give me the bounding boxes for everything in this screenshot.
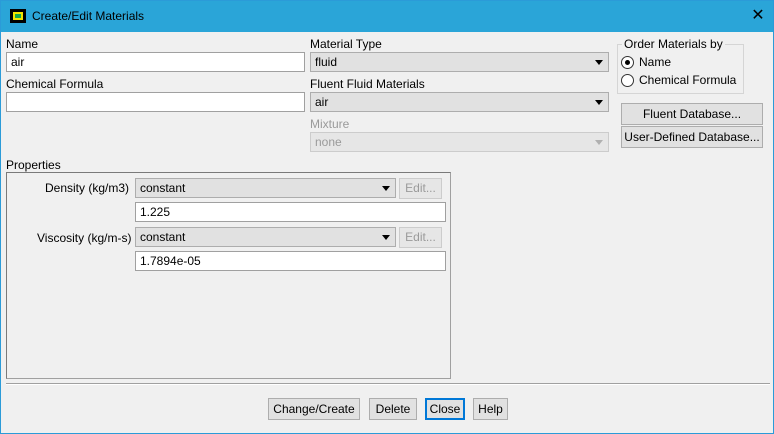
mixture-select: none [310,132,609,152]
user-defined-database-button[interactable]: User-Defined Database... [621,126,763,148]
help-button[interactable]: Help [473,398,508,420]
chevron-down-icon [382,235,390,240]
chemical-formula-label: Chemical Formula [6,77,104,91]
properties-label: Properties [6,158,61,172]
close-icon[interactable]: ✕ [745,5,771,27]
change-create-button[interactable]: Change/Create [268,398,360,420]
title-bar: Create/Edit Materials ✕ [1,1,773,32]
name-label: Name [6,37,39,51]
fluent-fluid-materials-label: Fluent Fluid Materials [310,77,425,91]
viscosity-method-select[interactable]: constant [135,227,396,247]
mixture-value: none [315,135,342,149]
chevron-down-icon [595,140,603,145]
name-input[interactable]: air [6,52,305,72]
order-by-chemical-formula-label: Chemical Formula [639,73,737,87]
fluent-fluid-materials-value: air [315,95,329,109]
mixture-label: Mixture [310,117,350,131]
close-button[interactable]: Close [425,398,465,420]
footer-separator [6,383,770,385]
material-type-value: fluid [315,55,338,69]
material-type-label: Material Type [310,37,382,51]
viscosity-method-value: constant [140,230,186,244]
fluent-fluid-materials-select[interactable]: air [310,92,609,112]
radio-unselected-icon [621,74,634,87]
radio-selected-icon [621,56,634,69]
viscosity-edit-button: Edit... [399,227,442,248]
order-by-name-label: Name [639,55,672,69]
density-label: Density (kg/m3) [45,181,130,195]
fluent-app-icon [10,9,26,23]
chemical-formula-input[interactable] [6,92,305,112]
density-method-value: constant [140,181,186,195]
density-value-input[interactable]: 1.225 [135,202,446,222]
window-title: Create/Edit Materials [32,9,145,23]
order-by-name-radio[interactable]: Name [621,55,741,71]
order-by-chemical-formula-radio[interactable]: Chemical Formula [621,73,741,89]
fluent-database-button[interactable]: Fluent Database... [621,103,763,125]
chevron-down-icon [595,60,603,65]
delete-button[interactable]: Delete [369,398,417,420]
chevron-down-icon [382,186,390,191]
density-method-select[interactable]: constant [135,178,396,198]
material-type-select[interactable]: fluid [310,52,609,72]
viscosity-value-input[interactable]: 1.7894e-05 [135,251,446,271]
viscosity-label: Viscosity (kg/m-s) [37,231,132,245]
density-edit-button: Edit... [399,178,442,199]
create-edit-materials-dialog: Create/Edit Materials ✕ Name air Chemica… [0,0,774,434]
order-materials-title: Order Materials by [622,37,725,51]
chevron-down-icon [595,100,603,105]
